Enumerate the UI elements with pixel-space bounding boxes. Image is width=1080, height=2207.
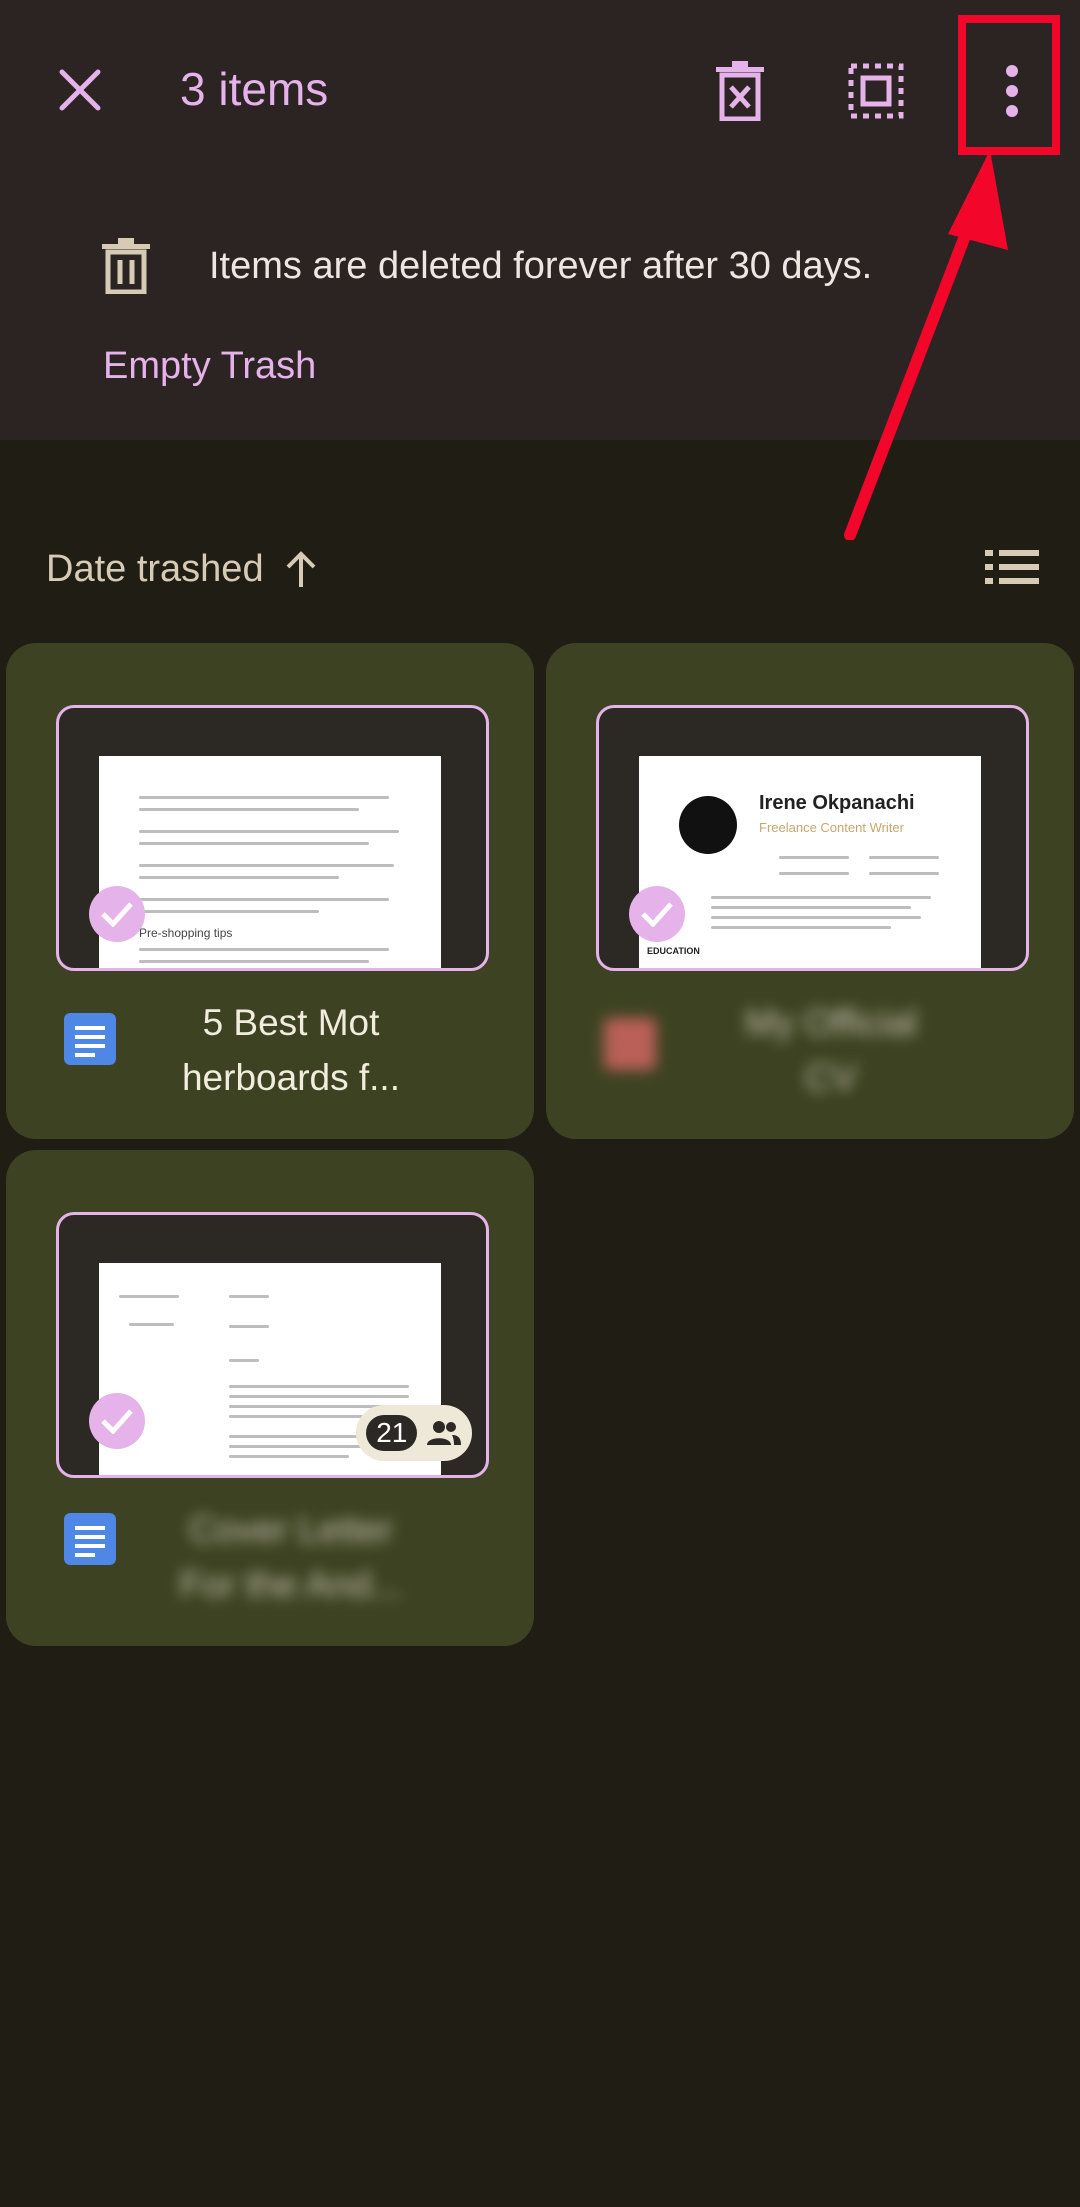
avatar [679, 796, 737, 854]
pdf-icon [604, 1018, 656, 1070]
select-all-button[interactable] [840, 55, 912, 127]
shared-people-chip: 21 [356, 1405, 472, 1461]
file-card[interactable]: Pre-shopping tips 5 Best Mot herboards f… [6, 643, 534, 1139]
selected-check-icon [629, 886, 685, 942]
trash-retention-message: Items are deleted forever after 30 days. [209, 245, 873, 287]
file-name: 5 Best Mot herboards f... [181, 1002, 400, 1098]
close-selection-button[interactable] [50, 60, 110, 120]
close-icon [59, 69, 101, 111]
preview-person-name: Irene Okpanachi [759, 792, 915, 814]
file-name: My Official CV [744, 1002, 917, 1098]
list-view-toggle[interactable] [985, 550, 1039, 589]
sort-label: Date trashed [46, 548, 264, 590]
people-icon [426, 1421, 461, 1445]
file-thumbnail: 21 [56, 1212, 489, 1478]
file-thumbnail: Irene Okpanachi Freelance Content Writer… [596, 705, 1029, 971]
empty-trash-button[interactable]: Empty Trash [103, 345, 316, 388]
delete-forever-button[interactable] [704, 55, 776, 127]
sort-control[interactable]: Date trashed [46, 548, 318, 591]
preview-role: Freelance Content Writer [759, 820, 904, 835]
google-docs-icon [64, 1013, 116, 1065]
preview-heading: Pre-shopping tips [139, 926, 233, 940]
selection-count-title: 3 items [180, 63, 329, 115]
preview-section: EDUCATION [647, 946, 700, 956]
arrow-up-icon [286, 550, 315, 587]
file-name: Cover Letter For the And... [179, 1509, 403, 1605]
trash-icon [102, 238, 150, 294]
selected-check-icon [89, 886, 145, 942]
list-view-icon [985, 550, 1039, 584]
file-card[interactable]: Irene Okpanachi Freelance Content Writer… [546, 643, 1074, 1139]
selected-check-icon [89, 1393, 145, 1449]
annotation-arrow [844, 150, 1008, 540]
file-thumbnail: Pre-shopping tips [56, 705, 489, 971]
file-card[interactable]: 21 Cover Letter For the And... [6, 1150, 534, 1646]
cv-preview: Irene Okpanachi Freelance Content Writer… [639, 756, 981, 968]
doc-preview: Pre-shopping tips [99, 756, 441, 968]
delete-forever-icon [716, 61, 764, 121]
annotation-highlight-box [958, 15, 1060, 155]
shared-count: 21 [366, 1415, 418, 1451]
google-docs-icon [64, 1513, 116, 1565]
select-all-icon [848, 63, 904, 119]
